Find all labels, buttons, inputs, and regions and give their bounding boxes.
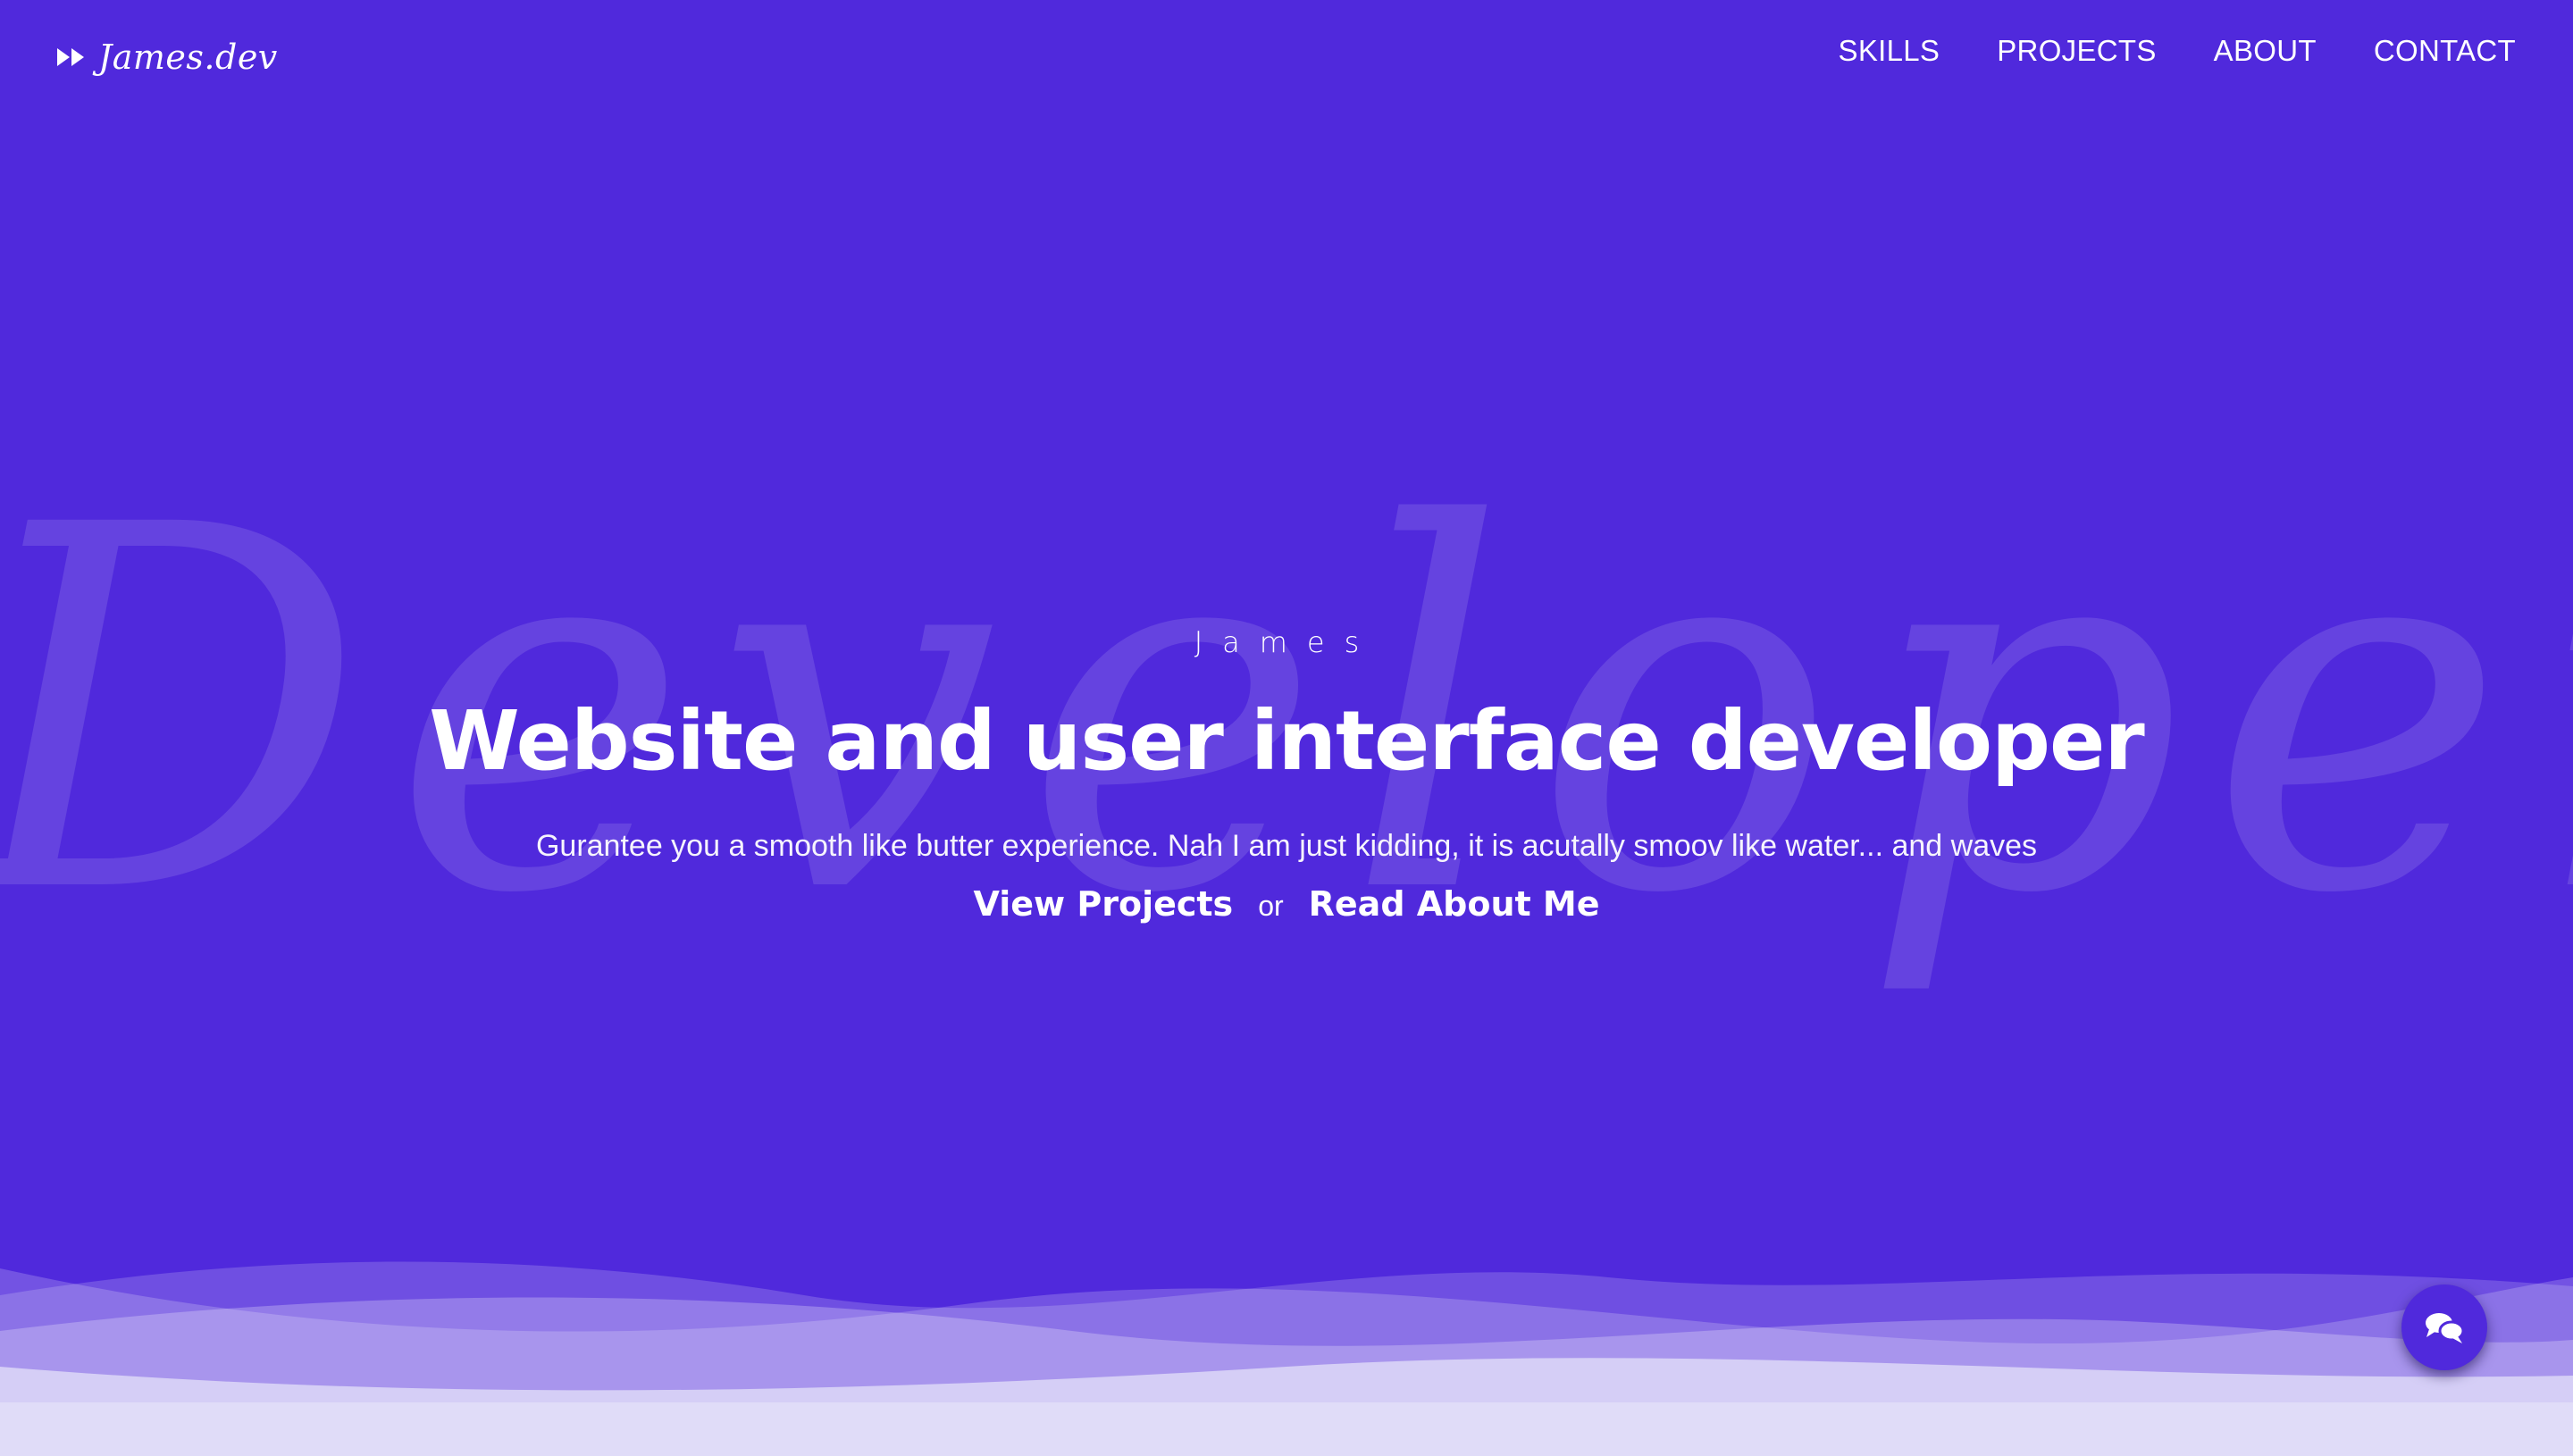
logo[interactable]: James.dev [55, 30, 278, 84]
nav-link-projects[interactable]: PROJECTS [1997, 34, 2156, 68]
hero-subtitle: Gurantee you a smooth like butter experi… [535, 829, 2038, 863]
main-nav: SKILLS PROJECTS ABOUT CONTACT [1839, 34, 2516, 68]
hero-actions: View Projects or Read About Me [0, 884, 2573, 924]
chat-bubbles-icon [2426, 1313, 2465, 1343]
nav-link-about[interactable]: ABOUT [2214, 34, 2317, 68]
view-projects-link[interactable]: View Projects [974, 884, 1234, 924]
nav-link-contact[interactable]: CONTACT [2374, 34, 2516, 68]
logo-text: James.dev [98, 38, 278, 77]
read-about-me-link[interactable]: Read About Me [1309, 884, 1600, 924]
hero-title: Website and user interface developer [429, 693, 2145, 789]
hero-name: James [1194, 625, 1379, 659]
page: Developer James.dev SKILLS PROJECTS ABOU… [0, 0, 2573, 1456]
nav-link-skills[interactable]: SKILLS [1839, 34, 1940, 68]
fast-forward-icon [57, 48, 84, 66]
chat-button[interactable] [2401, 1284, 2487, 1370]
wave-decoration [0, 1261, 2573, 1456]
hero-separator: or [1258, 890, 1284, 922]
